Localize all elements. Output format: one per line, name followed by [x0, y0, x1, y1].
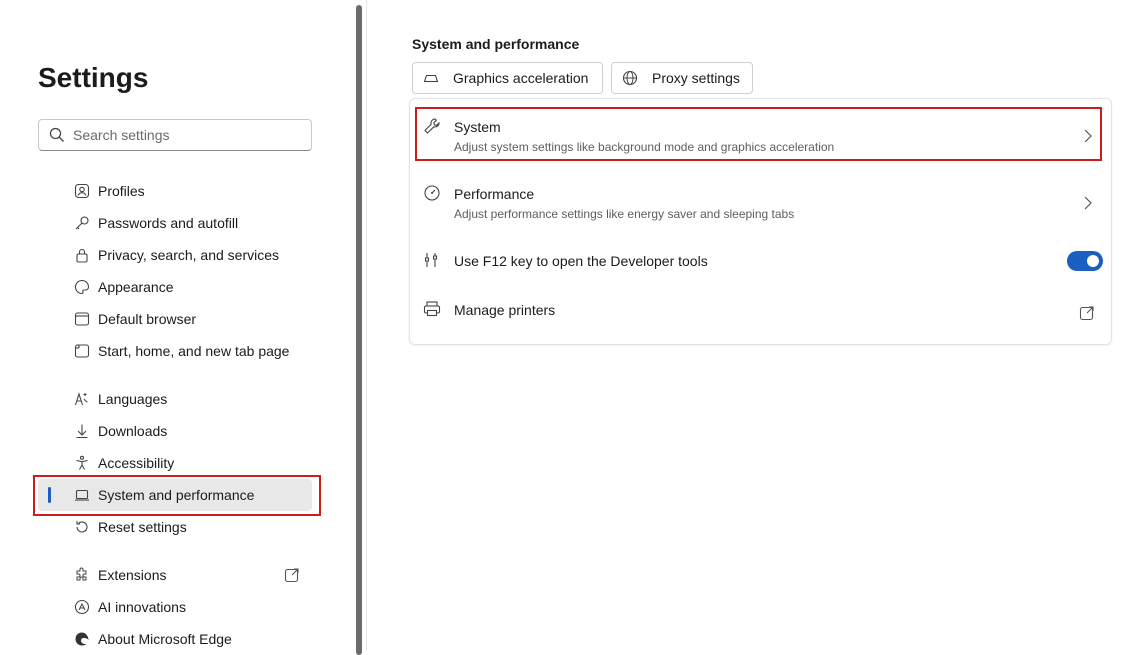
- sidebar-item-label: Start, home, and new tab page: [98, 343, 290, 359]
- manage-printers-row[interactable]: Manage printers: [410, 294, 1111, 324]
- sidebar-item-label: Profiles: [98, 183, 145, 199]
- sidebar-item-start-home[interactable]: Start, home, and new tab page: [38, 335, 312, 367]
- search-input[interactable]: [73, 127, 303, 143]
- settings-card: System Adjust system settings like backg…: [409, 98, 1112, 345]
- page-title: Settings: [38, 62, 149, 93]
- languages-icon: [74, 392, 88, 406]
- row-title: Use F12 key to open the Developer tools: [454, 253, 708, 269]
- profile-icon: [74, 183, 90, 199]
- sidebar-item-downloads[interactable]: Downloads: [38, 415, 312, 447]
- ai-icon: [74, 599, 90, 615]
- sidebar-item-label: Passwords and autofill: [98, 215, 239, 231]
- wrench-icon: [424, 118, 440, 134]
- browser-icon: [74, 312, 90, 326]
- external-link-icon: [284, 568, 299, 583]
- search-icon: [49, 127, 64, 142]
- row-description: Adjust performance settings like energy …: [454, 207, 795, 221]
- sidebar-item-appearance[interactable]: Appearance: [38, 271, 312, 303]
- extensions-icon: [76, 567, 87, 581]
- sidebar-item-passwords[interactable]: Passwords and autofill: [38, 207, 312, 239]
- divider: [366, 0, 367, 650]
- sidebar-item-profiles[interactable]: Profiles: [38, 175, 312, 207]
- sidebar: Settings Profiles Passwords and autofill…: [0, 0, 356, 650]
- row-title: Manage printers: [454, 302, 556, 318]
- f12-devtools-row: Use F12 key to open the Developer tools: [410, 245, 1111, 275]
- devtools-icon: [424, 253, 438, 267]
- sidebar-item-reset[interactable]: Reset settings: [38, 511, 312, 543]
- system-row[interactable]: System Adjust system settings like backg…: [410, 109, 1111, 163]
- search-box[interactable]: [38, 119, 312, 151]
- download-icon: [76, 424, 88, 439]
- printer-icon: [423, 301, 441, 317]
- sidebar-item-label: Privacy, search, and services: [98, 247, 280, 263]
- appearance-icon: [74, 279, 90, 295]
- row-description: Adjust system settings like background m…: [454, 140, 835, 154]
- sidebar-item-ai-innovations[interactable]: AI innovations: [38, 591, 312, 623]
- sidebar-item-label: About Microsoft Edge: [98, 631, 232, 647]
- graphics-acceleration-chip[interactable]: Graphics acceleration: [412, 62, 603, 94]
- laptop-icon: [75, 489, 89, 501]
- globe-icon: [622, 70, 638, 86]
- sidebar-item-label: Default browser: [98, 311, 197, 327]
- sidebar-item-label: Reset settings: [98, 519, 187, 535]
- proxy-settings-chip[interactable]: Proxy settings: [611, 62, 753, 94]
- speedometer-icon: [424, 185, 440, 201]
- sidebar-scrollbar[interactable]: [356, 5, 362, 655]
- sidebar-item-extensions[interactable]: Extensions: [38, 559, 312, 591]
- chevron-right-icon: [1084, 196, 1092, 210]
- chevron-right-icon: [1084, 129, 1092, 143]
- sidebar-item-label: Extensions: [98, 567, 167, 583]
- chip-label: Proxy settings: [652, 70, 740, 86]
- external-link-icon: [1079, 306, 1094, 321]
- sidebar-item-label: AI innovations: [98, 599, 186, 615]
- sidebar-item-about[interactable]: About Microsoft Edge: [38, 623, 312, 655]
- sidebar-item-default-browser[interactable]: Default browser: [38, 303, 312, 335]
- sidebar-item-label: Languages: [98, 391, 168, 407]
- sidebar-item-languages[interactable]: Languages: [38, 383, 312, 415]
- accessibility-icon: [76, 455, 88, 470]
- chip-label: Graphics acceleration: [453, 70, 589, 86]
- key-icon: [75, 216, 89, 230]
- sidebar-item-label: System and performance: [98, 487, 255, 503]
- performance-row[interactable]: Performance Adjust performance settings …: [410, 176, 1111, 230]
- sidebar-item-label: Downloads: [98, 423, 168, 439]
- f12-toggle[interactable]: [1067, 251, 1103, 271]
- sidebar-item-accessibility[interactable]: Accessibility: [38, 447, 312, 479]
- edge-icon: [75, 632, 89, 646]
- reset-icon: [76, 521, 88, 533]
- section-title: System and performance: [412, 36, 580, 52]
- sidebar-item-label: Accessibility: [98, 455, 175, 471]
- lock-icon: [76, 248, 88, 263]
- row-title: Performance: [454, 186, 535, 202]
- sidebar-item-system-performance[interactable]: System and performance: [38, 479, 312, 511]
- row-title: System: [454, 119, 501, 135]
- home-tab-icon: [74, 344, 90, 358]
- sidebar-item-label: Appearance: [98, 279, 174, 295]
- sidebar-item-privacy[interactable]: Privacy, search, and services: [38, 239, 312, 271]
- gpu-icon: [423, 74, 439, 83]
